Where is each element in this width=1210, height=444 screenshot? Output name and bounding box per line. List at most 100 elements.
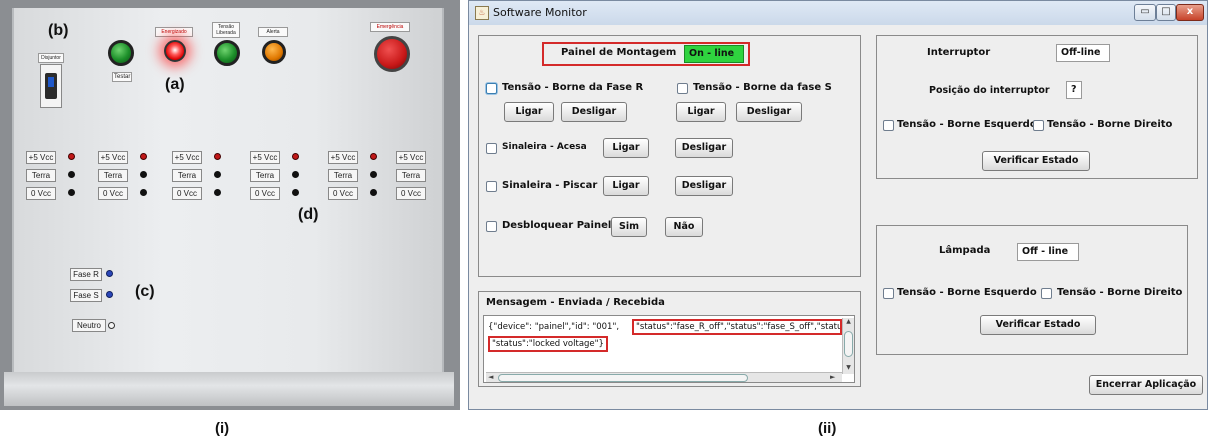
- lampada-esquerdo-checkbox[interactable]: [883, 288, 894, 299]
- terminal-label: 0 Vcc: [250, 187, 280, 200]
- lampada-verificar-button[interactable]: Verificar Estado: [980, 315, 1096, 335]
- terminal-label: 0 Vcc: [396, 187, 426, 200]
- scroll-down-icon[interactable]: ▼: [843, 364, 854, 374]
- vertical-scroll-thumb[interactable]: [844, 331, 853, 357]
- interruptor-status-field: Off-line: [1056, 44, 1110, 62]
- vertical-scrollbar[interactable]: ▲ ▼: [842, 318, 854, 374]
- sinaleira-acesa-ligar-button[interactable]: Ligar: [603, 138, 649, 158]
- jack-red: [370, 153, 377, 160]
- jack-black: [68, 189, 75, 196]
- jack-red: [68, 153, 75, 160]
- terminal-label: Terra: [26, 169, 56, 182]
- software-monitor-window: ♨ Software Monitor ▭ □ x Painel de Monta…: [468, 0, 1208, 410]
- lampada-direito-label: Tensão - Borne Direito: [1057, 287, 1183, 298]
- close-button[interactable]: x: [1176, 4, 1204, 21]
- painel-status-field: On - line: [684, 45, 744, 63]
- terminal-label: Terra: [98, 169, 128, 182]
- interruptor-direito-checkbox[interactable]: [1033, 120, 1044, 131]
- phase-label-r: Fase R: [70, 268, 102, 281]
- sinaleira-piscar-checkbox[interactable]: [486, 181, 497, 192]
- maximize-button[interactable]: □: [1156, 4, 1176, 21]
- mensagem-line-2-status: "status":"locked voltage"}: [492, 339, 604, 349]
- jack-black: [140, 171, 147, 178]
- sinaleira-acesa-label: Sinaleira - Acesa: [502, 142, 587, 152]
- desbloquear-nao-button[interactable]: Não: [665, 217, 703, 237]
- jack-neutro: [108, 322, 115, 329]
- terminal-label: +5 Vcc: [98, 151, 128, 164]
- terminal-label: +5 Vcc: [250, 151, 280, 164]
- figure-label-right: (ii): [818, 420, 837, 437]
- jack-fase-r: [106, 270, 113, 277]
- terminal-label: +5 Vcc: [172, 151, 202, 164]
- terminal-label: Terra: [396, 169, 426, 182]
- fase-r-checkbox[interactable]: [486, 83, 497, 94]
- horizontal-scrollbar[interactable]: ◄ ►: [486, 372, 842, 382]
- mensagem-line-1-status: "status":"fase_R_off","status":"fase_S_o…: [636, 322, 842, 332]
- jack-black: [292, 189, 299, 196]
- interruptor-direito-label: Tensão - Borne Direito: [1047, 119, 1173, 130]
- terminal-label: +5 Vcc: [26, 151, 56, 164]
- jack-black: [214, 189, 221, 196]
- horizontal-scroll-thumb[interactable]: [498, 374, 748, 382]
- fase-r-label: Tensão - Borne da Fase R: [502, 82, 644, 93]
- interruptor-verificar-button[interactable]: Verificar Estado: [982, 151, 1090, 171]
- fase-s-checkbox[interactable]: [677, 83, 688, 94]
- title-bar[interactable]: ♨ Software Monitor ▭ □ x: [469, 1, 1207, 25]
- mensagem-line-2-highlight: "status":"locked voltage"}: [488, 336, 608, 352]
- sinaleira-acesa-desligar-button[interactable]: Desligar: [675, 138, 733, 158]
- jack-black: [370, 171, 377, 178]
- terminal-label: Terra: [172, 169, 202, 182]
- terminal-label: 0 Vcc: [98, 187, 128, 200]
- jack-black: [68, 171, 75, 178]
- desbloquear-checkbox[interactable]: [486, 221, 497, 232]
- minimize-icon: ▭: [1140, 6, 1150, 17]
- desbloquear-sim-button[interactable]: Sim: [611, 217, 647, 237]
- panel-shelf: [4, 372, 454, 406]
- fase-r-desligar-button[interactable]: Desligar: [561, 102, 627, 122]
- interruptor-label: Interruptor: [927, 47, 991, 58]
- terminal-label: +5 Vcc: [396, 151, 426, 164]
- figure-label-left: (i): [215, 420, 230, 437]
- fase-s-label: Tensão - Borne da fase S: [693, 82, 832, 93]
- scroll-up-icon[interactable]: ▲: [843, 318, 854, 328]
- terminal-label: 0 Vcc: [328, 187, 358, 200]
- scroll-left-icon[interactable]: ◄: [488, 373, 493, 381]
- encerrar-aplicacao-button[interactable]: Encerrar Aplicação: [1089, 375, 1203, 395]
- jack-red: [214, 153, 221, 160]
- jack-fase-s: [106, 291, 113, 298]
- jack-black: [140, 189, 147, 196]
- lampada-direito-checkbox[interactable]: [1041, 288, 1052, 299]
- minimize-button[interactable]: ▭: [1134, 4, 1156, 21]
- marker-c: (c): [135, 283, 155, 300]
- lampada-label: Lâmpada: [939, 245, 991, 256]
- phase-label-neutro: Neutro: [72, 319, 106, 332]
- posicao-value-field: ?: [1066, 81, 1082, 99]
- sinaleira-acesa-checkbox[interactable]: [486, 143, 497, 154]
- jack-black: [214, 171, 221, 178]
- fase-s-desligar-button[interactable]: Desligar: [736, 102, 802, 122]
- terminal-label: Terra: [328, 169, 358, 182]
- sinaleira-piscar-desligar-button[interactable]: Desligar: [675, 176, 733, 196]
- painel-label: Painel de Montagem: [561, 47, 677, 58]
- scroll-right-icon[interactable]: ►: [830, 373, 835, 381]
- terminal-label: Terra: [250, 169, 280, 182]
- interruptor-esquerdo-label: Tensão - Borne Esquerdo: [897, 119, 1037, 130]
- mensagem-textarea[interactable]: {"device": "painel","id": "001", "status…: [483, 315, 855, 383]
- window-title: Software Monitor: [493, 6, 587, 19]
- mensagem-line-1-highlight: "status":"fase_R_off","status":"fase_S_o…: [632, 319, 842, 335]
- interruptor-esquerdo-checkbox[interactable]: [883, 120, 894, 131]
- sinaleira-piscar-ligar-button[interactable]: Ligar: [603, 176, 649, 196]
- fase-s-ligar-button[interactable]: Ligar: [676, 102, 726, 122]
- terminal-label: 0 Vcc: [26, 187, 56, 200]
- lampada-status-field: Off - line: [1017, 243, 1079, 261]
- desbloquear-label: Desbloquear Painel: [502, 220, 612, 231]
- posicao-label: Posição do interruptor: [929, 85, 1050, 96]
- jack-red: [140, 153, 147, 160]
- painel-group: [478, 35, 861, 277]
- fase-r-ligar-button[interactable]: Ligar: [504, 102, 554, 122]
- phase-label-s: Fase S: [70, 289, 102, 302]
- sinaleira-piscar-label: Sinaleira - Piscar: [502, 180, 598, 191]
- jack-black: [370, 189, 377, 196]
- maximize-icon: □: [1161, 6, 1171, 17]
- terminal-label: +5 Vcc: [328, 151, 358, 164]
